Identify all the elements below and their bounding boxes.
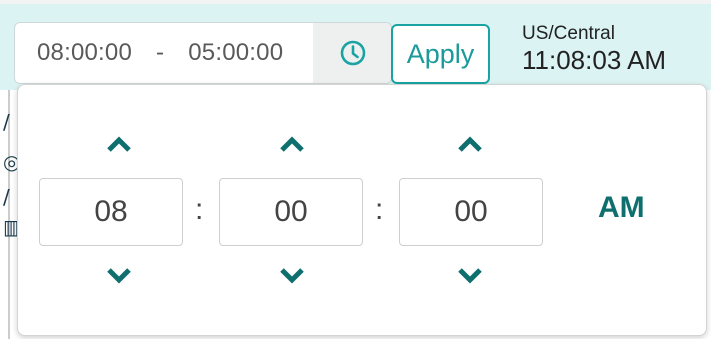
chevron-up-icon: [107, 136, 131, 152]
range-start-time: 08:00:00: [37, 39, 133, 66]
current-time: 11:08:03 AM: [522, 45, 667, 75]
background-glyph: /: [3, 185, 10, 209]
timezone-name: US/Central: [522, 23, 615, 44]
chevron-up-icon: [458, 136, 482, 152]
time-range-input[interactable]: 08:00:00 - 05:00:00: [14, 22, 392, 84]
time-range-text[interactable]: 08:00:00 - 05:00:00: [15, 23, 311, 83]
clock-icon: [340, 40, 366, 66]
time-range-toolbar: 08:00:00 - 05:00:00 Apply US/Central 11:…: [0, 4, 711, 90]
chevron-down-icon: [458, 268, 482, 284]
am-pm-toggle[interactable]: AM: [598, 191, 645, 225]
time-colon: :: [375, 193, 384, 226]
chevron-down-icon: [280, 268, 304, 284]
hours-field[interactable]: 08: [39, 178, 183, 246]
range-end-time: 05:00:00: [188, 39, 284, 66]
background-glyph: /: [3, 110, 10, 134]
timezone-display: US/Central 11:08:03 AM: [522, 24, 666, 73]
range-separator: -: [156, 39, 165, 66]
hours-increment-button[interactable]: [99, 129, 139, 159]
seconds-decrement-button[interactable]: [450, 261, 490, 291]
hours-decrement-button[interactable]: [99, 261, 139, 291]
minutes-field[interactable]: 00: [219, 178, 363, 246]
seconds-field[interactable]: 00: [399, 178, 543, 246]
minutes-increment-button[interactable]: [272, 129, 312, 159]
clock-button[interactable]: [313, 23, 391, 83]
minutes-decrement-button[interactable]: [272, 261, 312, 291]
time-picker-popup: 08 : 00 : 00 AM: [17, 84, 707, 336]
chevron-up-icon: [280, 136, 304, 152]
time-colon: :: [195, 193, 204, 226]
apply-button[interactable]: Apply: [391, 24, 490, 84]
chevron-down-icon: [107, 268, 131, 284]
seconds-increment-button[interactable]: [450, 129, 490, 159]
